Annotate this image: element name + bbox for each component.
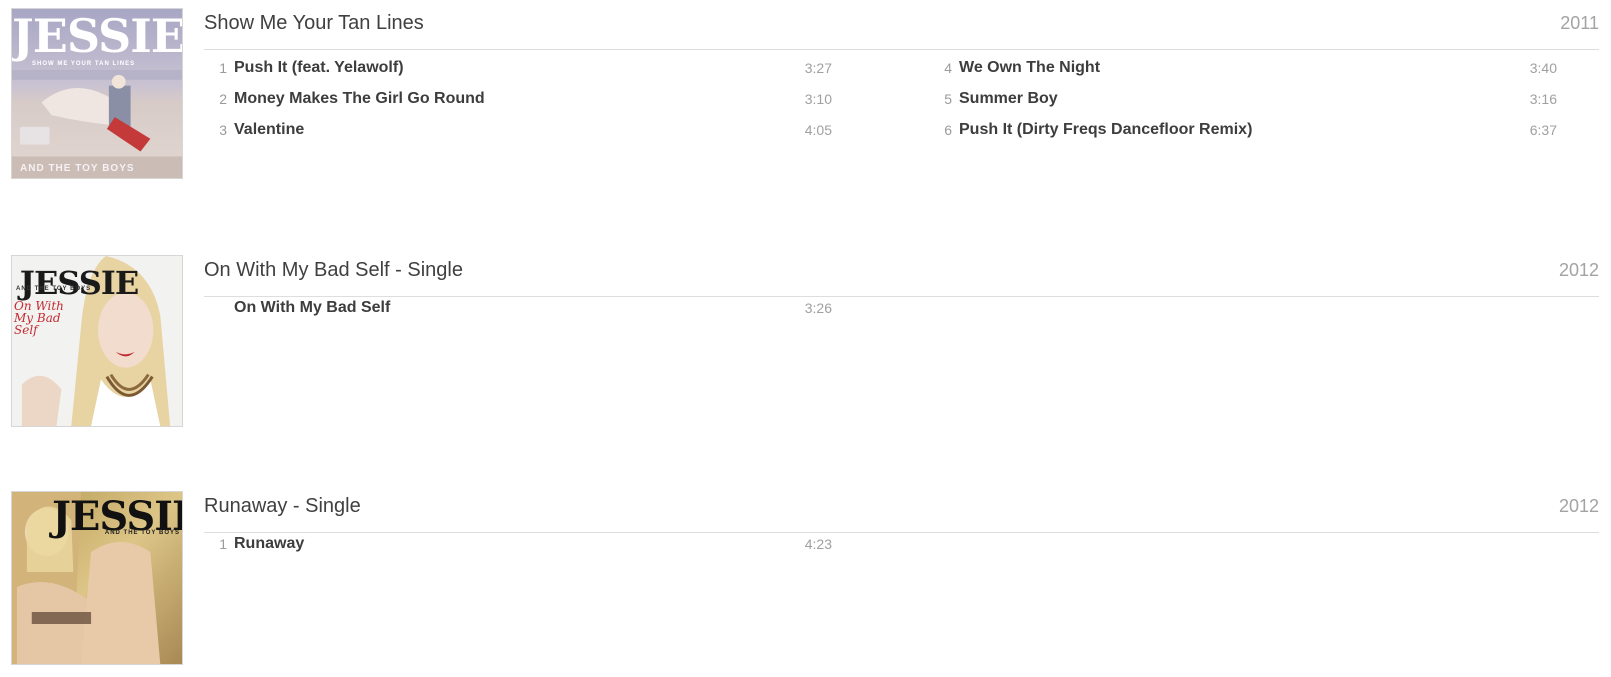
track-number: 4 [944, 60, 952, 76]
album-cover[interactable]: JESSIE SHOW ME YOUR TAN LINES AND THE TO… [11, 8, 183, 179]
track-name[interactable]: Valentine [234, 121, 304, 139]
track-name[interactable]: Summer Boy [959, 90, 1058, 108]
cover-subtitle: AND THE TOY BOYS [16, 286, 92, 292]
album-divider [204, 49, 1599, 50]
track-name[interactable]: We Own The Night [959, 59, 1100, 77]
track-duration: 4:23 [804, 536, 832, 552]
track-row[interactable]: 6 Push It (Dirty Freqs Dancefloor Remix)… [928, 119, 1557, 143]
track-name[interactable]: Push It (Dirty Freqs Dancefloor Remix) [959, 121, 1252, 139]
cover-subtitle: AND THE TOY BOYS [20, 163, 135, 174]
album-year: 2011 [1560, 13, 1599, 33]
track-row[interactable]: 1 Runaway 4:23 [203, 533, 832, 557]
cover-subtitle: AND THE TOY BOYS [104, 530, 180, 536]
track-duration: 3:27 [804, 60, 832, 76]
track-duration: 3:26 [804, 300, 832, 316]
track-number: 1 [219, 536, 227, 552]
track-duration: 6:37 [1529, 122, 1557, 138]
track-row[interactable]: 1 Push It (feat. Yelawolf) 3:27 [203, 57, 832, 81]
cover-script: On With My Bad Self [14, 299, 64, 337]
track-name[interactable]: Push It (feat. Yelawolf) [234, 59, 404, 77]
track-duration: 3:10 [804, 91, 832, 107]
track-number: 3 [219, 122, 227, 138]
track-number: 1 [219, 60, 227, 76]
album-cover[interactable]: JESSIE AND THE TOY BOYS On With My Bad S… [11, 255, 183, 427]
album-title[interactable]: Runaway - Single [204, 495, 361, 518]
track-name[interactable]: Money Makes The Girl Go Round [234, 90, 485, 108]
cover-brand: JESSIE [12, 9, 183, 63]
track-number: 6 [944, 122, 952, 138]
album-on-with-my-bad-self: JESSIE AND THE TOY BOYS On With My Bad S… [0, 255, 1611, 435]
album-cover[interactable]: JESSIE AND THE TOY BOYS [11, 491, 183, 665]
album-year: 2012 [1558, 260, 1599, 280]
track-row[interactable]: 4 We Own The Night 3:40 [928, 57, 1557, 81]
track-row[interactable]: 2 Money Makes The Girl Go Round 3:10 [203, 88, 832, 112]
album-title[interactable]: Show Me Your Tan Lines [204, 12, 424, 35]
track-duration: 3:40 [1529, 60, 1557, 76]
track-number: 5 [944, 91, 952, 107]
track-duration: 3:16 [1529, 91, 1557, 107]
album-runaway: JESSIE AND THE TOY BOYS Runaway - Single… [0, 491, 1611, 671]
track-row[interactable]: On With My Bad Self 3:26 [203, 297, 832, 321]
album-title[interactable]: On With My Bad Self - Single [204, 259, 463, 282]
track-row[interactable]: 3 Valentine 4:05 [203, 119, 832, 143]
album-show-me-your-tan-lines: JESSIE SHOW ME YOUR TAN LINES AND THE TO… [0, 8, 1611, 188]
album-year: 2012 [1558, 496, 1599, 516]
track-number: 2 [219, 91, 227, 107]
track-row[interactable]: 5 Summer Boy 3:16 [928, 88, 1557, 112]
cover-tagline: SHOW ME YOUR TAN LINES [32, 61, 136, 67]
track-name[interactable]: On With My Bad Self [234, 299, 390, 317]
track-name[interactable]: Runaway [234, 535, 304, 553]
track-duration: 4:05 [804, 122, 832, 138]
